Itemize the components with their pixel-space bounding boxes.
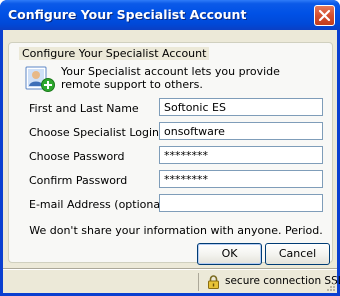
resize-grip-icon[interactable] (325, 281, 336, 292)
specialist-account-icon (25, 66, 55, 92)
login-label: Choose Specialist Login ID (29, 126, 175, 139)
name-field[interactable] (159, 98, 323, 116)
confirm-password-label: Confirm Password (29, 174, 128, 187)
confirm-password-field[interactable] (159, 170, 323, 188)
close-icon (318, 9, 331, 22)
account-groupbox: Configure Your Specialist Account Your S… (8, 42, 333, 263)
intro-text: Your Specialist account lets you provide… (61, 65, 280, 91)
cancel-button[interactable]: Cancel (265, 243, 330, 265)
login-id-field[interactable] (159, 122, 323, 140)
password-field[interactable] (159, 146, 323, 164)
privacy-note: We don't share your information with any… (29, 224, 323, 237)
email-label: E-mail Address (optional) (29, 198, 168, 211)
close-button[interactable] (314, 5, 335, 26)
lock-icon (208, 275, 219, 289)
groupbox-legend: Configure Your Specialist Account (19, 47, 210, 60)
password-label: Choose Password (29, 150, 125, 163)
name-label: First and Last Name (29, 102, 139, 115)
security-status-pane: secure connection SSLv3 (198, 273, 340, 291)
email-field[interactable] (159, 194, 323, 212)
status-divider (3, 268, 337, 270)
dialog-body: Configure Your Specialist Account Your S… (3, 30, 340, 293)
status-bar: secure connection SSLv3 (3, 271, 340, 293)
title-bar[interactable]: Configure Your Specialist Account (0, 0, 340, 30)
window-title: Configure Your Specialist Account (8, 7, 247, 22)
security-status-text: secure connection SSLv3 (225, 275, 340, 287)
dialog-window: Configure Your Specialist Account Config… (0, 0, 340, 296)
ok-button[interactable]: OK (197, 243, 262, 265)
